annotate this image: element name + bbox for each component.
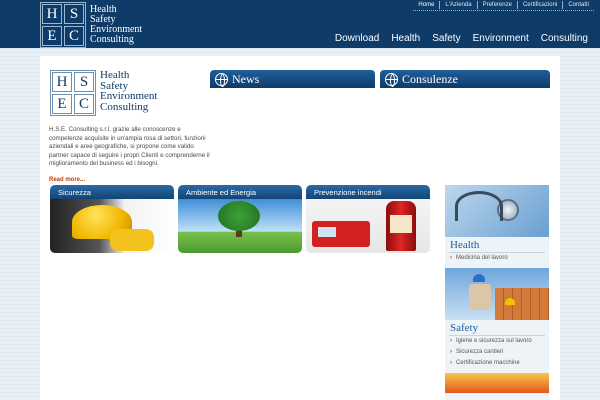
- logo-wordmark: Health Safety Environment Consulting: [100, 70, 157, 116]
- logo-letter: C: [64, 26, 84, 46]
- globe-icon: [385, 72, 398, 87]
- logo-letter: E: [42, 26, 62, 46]
- news-panel-header[interactable]: News: [210, 70, 375, 88]
- tile-caption: Ambiente ed Energia: [178, 185, 302, 199]
- nav-health[interactable]: Health: [385, 33, 426, 44]
- tree-image: [178, 199, 302, 253]
- main-nav: Download Health Safety Environment Consu…: [329, 33, 594, 44]
- logo-line: Consulting: [90, 34, 134, 45]
- link-cantieri[interactable]: Sicurezza cantieri: [445, 347, 549, 358]
- top-links: Home L'Azienda Preferenze Certificazioni…: [413, 0, 594, 11]
- hard-hat-image: [50, 199, 174, 253]
- nav-consulting[interactable]: Consulting: [535, 33, 594, 44]
- read-more-link[interactable]: Read more...: [49, 177, 85, 183]
- globe-icon: [215, 72, 228, 87]
- tile-ambiente[interactable]: Ambiente ed Energia: [178, 185, 302, 253]
- consulenze-panel-header[interactable]: Consulenze: [380, 70, 550, 88]
- logo-letter: C: [74, 94, 94, 114]
- safety-title[interactable]: Safety: [445, 320, 549, 335]
- logo-line: Environment: [100, 90, 158, 102]
- tile-incendi[interactable]: Prevenzione incendi: [306, 185, 430, 253]
- logo-letter: S: [64, 4, 84, 24]
- nav-safety[interactable]: Safety: [426, 33, 466, 44]
- intro-text: H.S.E. Consulting s.r.l. grazie alle con…: [49, 126, 210, 167]
- link-medicina[interactable]: Medicina del lavoro: [445, 253, 549, 264]
- logo-letter: H: [52, 72, 72, 92]
- top-link-preferenze[interactable]: Preferenze: [476, 0, 517, 9]
- link-igiene[interactable]: Igiene e sicurezza sul lavoro: [445, 336, 549, 347]
- fire-extinguisher-image: [306, 199, 430, 253]
- health-title[interactable]: Health: [445, 237, 549, 252]
- top-link-azienda[interactable]: L'Azienda: [439, 0, 476, 9]
- top-link-home[interactable]: Home: [413, 1, 439, 9]
- logo-wordmark: Health Safety Environment Consulting: [90, 5, 142, 45]
- environment-image: [445, 373, 549, 393]
- top-link-contatti[interactable]: Contatti: [562, 0, 594, 9]
- link-macchine[interactable]: Certificazione macchine: [445, 358, 549, 369]
- nav-environment[interactable]: Environment: [467, 33, 535, 44]
- logo-line: Health: [100, 69, 130, 81]
- nav-download[interactable]: Download: [329, 33, 385, 44]
- content-logo: H S E C Health Safety Environment Consul…: [50, 70, 157, 116]
- tile-sicurezza[interactable]: Sicurezza: [50, 185, 174, 253]
- stethoscope-image: [445, 185, 549, 237]
- logo-letters: H S E C: [50, 70, 96, 116]
- workers-image: [445, 268, 549, 320]
- logo-letters: H S E C: [40, 2, 86, 48]
- logo-letter: E: [52, 94, 72, 114]
- tile-caption: Sicurezza: [50, 185, 174, 199]
- sidebar: Health Medicina del lavoro Safety Igiene…: [445, 185, 549, 400]
- site-header: H S E C Health Safety Environment Consul…: [0, 0, 600, 48]
- header-logo[interactable]: H S E C Health Safety Environment Consul…: [40, 2, 142, 48]
- consulenze-title: Consulenze: [402, 71, 458, 86]
- logo-letter: H: [42, 4, 62, 24]
- top-link-certificazioni[interactable]: Certificazioni: [516, 0, 562, 9]
- logo-letter: S: [74, 72, 94, 92]
- content-area: H S E C Health Safety Environment Consul…: [40, 56, 560, 400]
- logo-line: Consulting: [100, 100, 149, 113]
- news-title: News: [232, 71, 260, 86]
- tile-caption: Prevenzione incendi: [306, 185, 430, 199]
